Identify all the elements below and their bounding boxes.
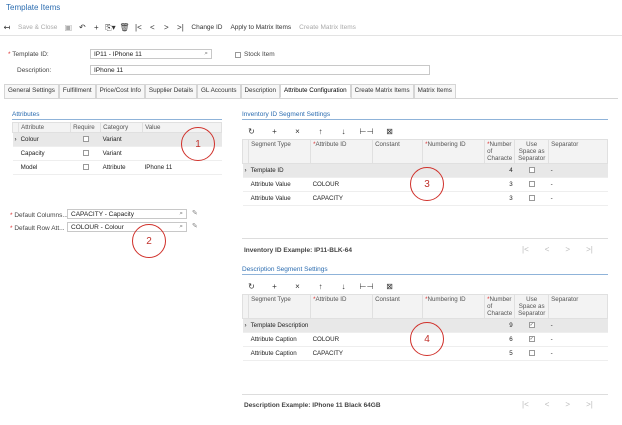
default-row-label: * Default Row Att... [10,225,65,232]
tab-description[interactable]: Description [240,84,280,98]
tab-gl-accounts[interactable]: GL Accounts [197,84,241,98]
page-title: Template Items [6,3,61,12]
next-page-icon[interactable]: > [565,400,570,409]
edit-icon[interactable]: ✎ [192,209,198,217]
search-icon[interactable]: ⌕ [179,223,183,231]
search-icon[interactable]: ⌕ [204,50,208,58]
add-row-icon[interactable]: + [263,282,286,291]
first-record-icon[interactable]: |< [131,21,145,35]
tab-divider [4,98,618,99]
description-section-line [242,274,608,275]
use-space-checkbox[interactable]: ✓ [528,336,535,343]
undo-icon[interactable]: ↶ [75,21,89,35]
tab-matrix-items[interactable]: Matrix Items [413,84,456,98]
col-require: Require [70,122,102,133]
stock-item-checkbox[interactable]: Stock Item [235,51,275,58]
last-page-icon[interactable]: >| [586,245,593,254]
last-record-icon[interactable]: >| [173,21,187,35]
default-columns-field[interactable]: CAPACITY - Capacity ⌕ [67,209,187,219]
add-icon[interactable]: + [89,21,103,35]
delete-row-icon[interactable]: × [286,127,309,136]
attributes-section-line [12,119,222,120]
description-field[interactable]: IPhone 11 [90,65,430,75]
use-space-checkbox[interactable] [528,350,535,357]
delete-row-icon[interactable]: × [286,282,309,291]
use-space-checkbox[interactable] [528,181,535,188]
inventory-section-line [242,119,608,120]
tab-create-matrix-items[interactable]: Create Matrix Items [350,84,414,98]
description-label: Description: [17,67,52,74]
refresh-icon[interactable]: ↻ [240,127,263,136]
inventory-id-example: Inventory ID Example: IP11-BLK-64 [244,247,353,254]
description-pager: |< < > >| [522,400,593,409]
search-icon[interactable]: ⌕ [179,210,183,218]
save-icon[interactable]: ▣ [61,21,75,35]
edit-icon[interactable]: ✎ [192,222,198,230]
move-down-icon[interactable]: ↓ [332,127,355,136]
use-space-checkbox[interactable] [528,195,535,202]
first-page-icon[interactable]: |< [522,245,529,254]
tab-general-settings[interactable]: General Settings [4,84,59,98]
tab-attribute-configuration[interactable]: Attribute Configuration [280,84,351,98]
save-close-button[interactable]: Save & Close [14,21,61,35]
inventory-segment-title: Inventory ID Segment Settings [242,111,331,118]
callout-marker-1: 1 [181,127,215,161]
change-id-button[interactable]: Change ID [187,21,226,35]
next-page-icon[interactable]: > [565,245,570,254]
description-example: Description Example: IPhone 11 Black 64G… [244,402,381,409]
divider [242,238,608,239]
last-page-icon[interactable]: >| [586,400,593,409]
template-id-label: * Template ID: [8,51,49,58]
move-up-icon[interactable]: ↑ [309,127,332,136]
create-matrix-items-button[interactable]: Create Matrix Items [295,21,360,35]
callout-marker-4: 4 [410,322,444,356]
apply-to-matrix-button[interactable]: Apply to Matrix Items [226,21,295,35]
tab-bar: General Settings Fulfillment Price/Cost … [4,84,456,98]
fit-width-icon[interactable]: ⊢⊣ [355,282,378,291]
back-icon[interactable]: ↤ [0,21,14,35]
require-checkbox[interactable] [82,150,89,157]
tab-fulfillment[interactable]: Fulfillment [58,84,96,98]
default-row-field[interactable]: COLOUR - Colour ⌕ [67,222,187,232]
col-category: Category [100,122,144,133]
require-checkbox[interactable] [82,136,89,143]
export-excel-icon[interactable]: ⊠ [378,127,401,136]
first-page-icon[interactable]: |< [522,400,529,409]
tab-price-cost-info[interactable]: Price/Cost Info [95,84,145,98]
move-up-icon[interactable]: ↑ [309,282,332,291]
prev-page-icon[interactable]: < [545,400,550,409]
checkbox-icon[interactable] [235,51,241,58]
use-space-checkbox[interactable] [528,167,535,174]
export-excel-icon[interactable]: ⊠ [378,282,401,291]
description-segment-title: Description Segment Settings [242,266,328,273]
col-attribute: Attribute [18,122,72,133]
tab-supplier-details[interactable]: Supplier Details [144,84,198,98]
default-columns-label: * Default Columns... [10,212,68,219]
add-row-icon[interactable]: + [263,127,286,136]
move-down-icon[interactable]: ↓ [332,282,355,291]
callout-marker-2: 2 [132,224,166,258]
refresh-icon[interactable]: ↻ [240,282,263,291]
next-record-icon[interactable]: > [159,21,173,35]
divider [242,394,608,395]
callout-marker-3: 3 [410,167,444,201]
description-grid-toolbar: ↻ + × ↑ ↓ ⊢⊣ ⊠ [240,279,401,293]
delete-icon[interactable]: 🗑 [117,21,131,35]
fit-width-icon[interactable]: ⊢⊣ [355,127,378,136]
prev-page-icon[interactable]: < [545,245,550,254]
inventory-grid-toolbar: ↻ + × ↑ ↓ ⊢⊣ ⊠ [240,124,401,138]
previous-record-icon[interactable]: < [145,21,159,35]
table-row[interactable]: Model Attribute IPhone 11 [12,160,222,175]
use-space-checkbox[interactable]: ✓ [528,322,535,329]
inventory-pager: |< < > >| [522,245,593,254]
template-id-value: IP11 - IPhone 11 [94,50,142,58]
copy-paste-icon[interactable]: ⎘▾ [103,21,117,35]
template-id-field[interactable]: IP11 - IPhone 11 ⌕ [90,49,212,59]
toolbar: ↤ Save & Close ▣ ↶ + ⎘▾ 🗑 |< < > >| Chan… [0,20,622,36]
attributes-section-title: Attributes [12,111,40,118]
require-checkbox[interactable] [82,164,89,171]
